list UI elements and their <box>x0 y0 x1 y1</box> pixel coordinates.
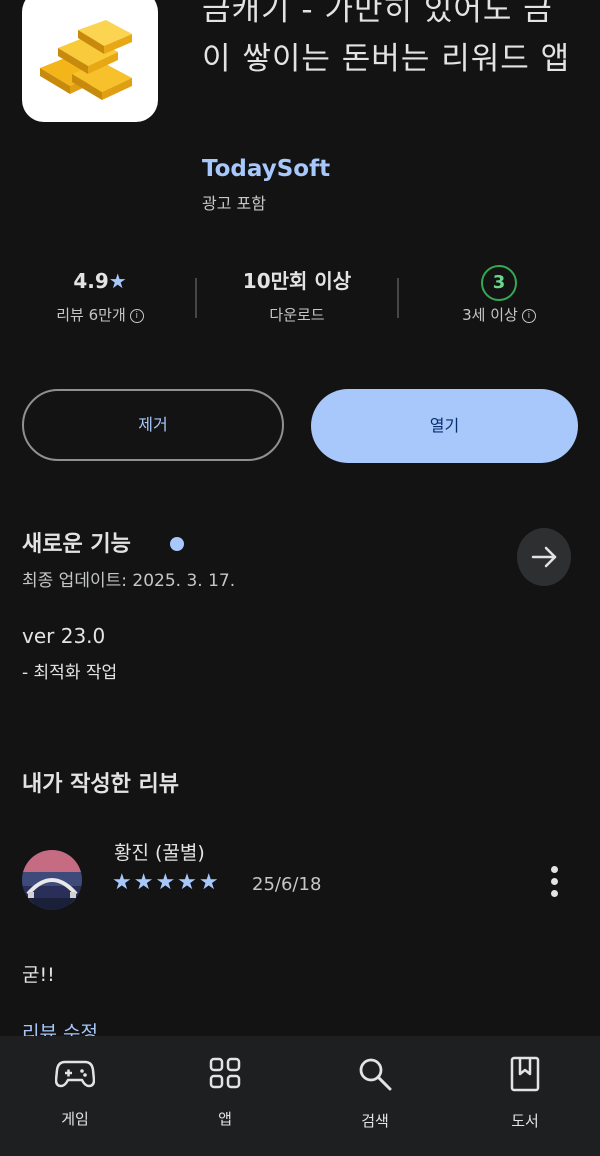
divider <box>397 278 399 318</box>
bookmark-icon <box>510 1056 540 1092</box>
ad-label: 광고 포함 <box>202 194 266 213</box>
new-indicator-dot <box>170 537 184 551</box>
stats-row: 4.9★ 리뷰 6만개 i 10만회 이상 다운로드 3 3세 이상 i <box>0 262 600 342</box>
open-button[interactable]: 열기 <box>311 389 578 463</box>
app-title: 금캐기 - 가만히 있어도 금이 쌓이는 돈버는 리워드 앱 <box>202 0 571 77</box>
downloads-value: 10만회 이상 <box>242 269 352 293</box>
apps-grid-icon <box>209 1057 241 1089</box>
version-text: ver 23.0 <box>22 624 106 648</box>
info-icon: i <box>129 308 144 323</box>
more-vert-icon <box>551 866 558 873</box>
rating-label: 리뷰 6만개 <box>56 306 126 324</box>
whats-new-arrow-button[interactable] <box>517 528 571 586</box>
more-options-button[interactable] <box>540 862 570 902</box>
rating-stat[interactable]: 4.9★ 리뷰 6만개 i <box>0 262 200 325</box>
avatar <box>22 850 82 910</box>
my-review-title: 내가 작성한 리뷰 <box>22 772 179 797</box>
star-icon: ★ <box>108 269 127 293</box>
review-text: 굳!! <box>22 964 55 986</box>
age-rating-stat[interactable]: 3 3세 이상 i <box>399 262 599 325</box>
age-rating-badge: 3 <box>481 265 517 301</box>
remove-button[interactable]: 제거 <box>22 389 284 461</box>
nav-search-label: 검색 <box>361 1112 389 1130</box>
bottom-navigation: 게임 앱 검색 도서 <box>0 1036 600 1156</box>
whats-new-title: 새로운 기능 <box>22 532 131 557</box>
review-stars: ★★★★★ <box>112 870 221 895</box>
nav-books-label: 도서 <box>511 1112 539 1130</box>
gold-bars-icon <box>40 20 132 100</box>
downloads-label: 다운로드 <box>269 306 325 324</box>
nav-search[interactable]: 검색 <box>315 1056 435 1131</box>
developer-link[interactable]: TodaySoft <box>202 156 330 182</box>
nav-apps[interactable]: 앱 <box>165 1056 285 1129</box>
rating-value: 4.9 <box>73 269 109 293</box>
release-note: - 최적화 작업 <box>22 663 118 683</box>
nav-games-label: 게임 <box>61 1110 89 1128</box>
divider <box>195 278 197 318</box>
nav-apps-label: 앱 <box>218 1110 232 1128</box>
arrow-right-icon <box>531 546 557 568</box>
search-icon <box>359 1058 392 1091</box>
nav-books[interactable]: 도서 <box>465 1056 585 1131</box>
age-rating-label: 3세 이상 <box>462 306 518 324</box>
gamepad-icon <box>55 1060 95 1088</box>
downloads-stat: 10만회 이상 다운로드 <box>197 262 397 325</box>
app-icon <box>22 0 158 122</box>
review-date: 25/6/18 <box>252 874 322 895</box>
nav-games[interactable]: 게임 <box>15 1056 135 1129</box>
info-icon: i <box>521 308 536 323</box>
reviewer-name: 황진 (꿀별) <box>114 842 205 864</box>
last-updated: 최종 업데이트: 2025. 3. 17. <box>22 571 236 591</box>
